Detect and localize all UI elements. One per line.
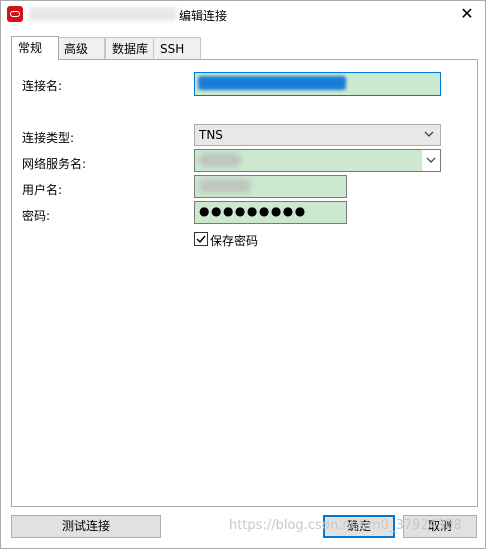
window-title: 编辑连接: [179, 9, 228, 23]
close-icon[interactable]: ✕: [453, 3, 481, 25]
title-bar: 编辑连接 ✕: [1, 1, 485, 28]
app-logo-icon: [7, 6, 23, 22]
title-blurred-text: [29, 7, 177, 21]
tab-general[interactable]: 常规: [11, 36, 59, 60]
password-label: 密码:: [22, 209, 51, 223]
edit-connection-dialog: 编辑连接 ✕ 常规 高级 数据库 SSH 连接名: 连接类型: TNS 网络服务…: [0, 0, 486, 549]
connection-name-selected-text: [198, 76, 346, 90]
username-input[interactable]: [194, 175, 347, 198]
tab-ssh[interactable]: SSH: [153, 37, 201, 60]
tab-advanced[interactable]: 高级: [57, 37, 105, 60]
connection-name-label: 连接名:: [22, 79, 63, 93]
username-label: 用户名:: [22, 183, 63, 197]
chevron-down-icon: [426, 157, 436, 163]
check-icon: [196, 235, 206, 244]
connection-name-input[interactable]: [194, 72, 441, 96]
watermark-text: https://blog.csdn.net/m0_37924308: [229, 518, 462, 533]
net-service-name-label: 网络服务名:: [22, 157, 87, 171]
save-password-label: 保存密码: [210, 234, 259, 248]
password-input[interactable]: ●●●●●●●●●: [194, 201, 347, 224]
test-connection-button[interactable]: 测试连接: [11, 515, 161, 538]
connection-type-select[interactable]: TNS: [194, 124, 441, 146]
username-blurred-value: [199, 179, 251, 193]
chevron-down-icon: [424, 131, 434, 137]
net-service-name-blurred-value: [199, 153, 241, 167]
connection-type-label: 连接类型:: [22, 131, 75, 145]
net-service-name-select[interactable]: [194, 149, 441, 172]
password-masked-value: ●●●●●●●●●: [199, 204, 307, 218]
connection-type-value: TNS: [199, 128, 223, 142]
save-password-checkbox[interactable]: [194, 232, 208, 246]
